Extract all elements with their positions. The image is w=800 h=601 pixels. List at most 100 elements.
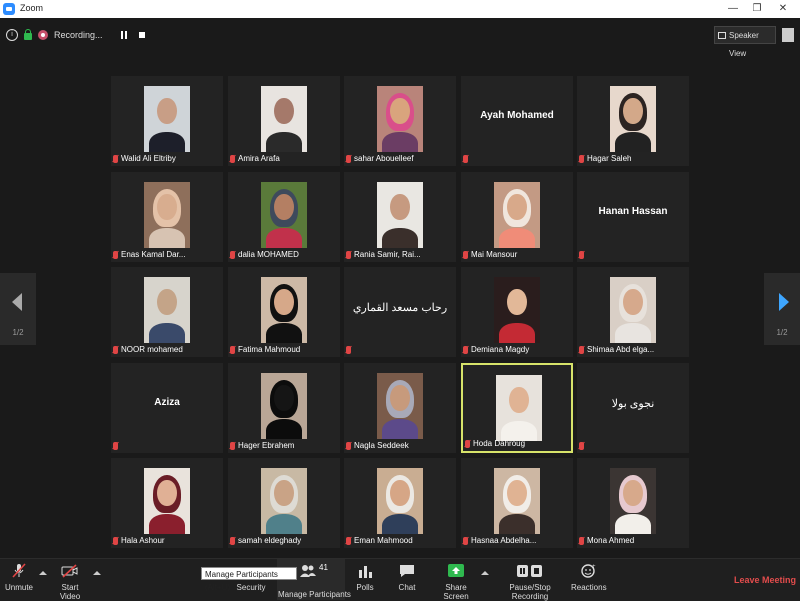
stop-recording-icon[interactable] <box>138 32 145 38</box>
meeting-area: i Recording... Speaker View 1/2 1/2 Wali… <box>0 18 800 558</box>
participant-tile[interactable]: Rania Samir, Rai... <box>344 172 456 262</box>
muted-microphone-icon <box>113 154 118 163</box>
polls-icon <box>356 563 374 579</box>
participant-name: NOOR mohamed <box>121 345 183 354</box>
participant-name: dalia MOHAMED <box>238 250 299 259</box>
participant-tile[interactable]: Fatima Mahmoud <box>228 267 340 357</box>
participant-tile[interactable]: Hager Ebrahem <box>228 363 340 453</box>
maximize-button[interactable]: ❐ <box>746 1 768 17</box>
participant-video <box>261 468 307 534</box>
leave-meeting-button[interactable]: Leave Meeting <box>734 575 796 585</box>
participant-video <box>377 373 423 439</box>
participant-tile[interactable]: Mona Ahmed <box>577 458 689 548</box>
participant-tile[interactable]: Amira Arafa <box>228 76 340 166</box>
muted-microphone-icon <box>463 536 468 545</box>
audio-options-caret[interactable] <box>39 571 47 575</box>
unmute-label: Unmute <box>4 583 33 592</box>
participant-tile[interactable]: Hagar Saleh <box>577 76 689 166</box>
lock-icon[interactable] <box>24 29 32 40</box>
muted-microphone-icon <box>230 250 235 259</box>
participant-name-label: Hoda Dahroug <box>465 438 525 449</box>
share-screen-label: Share Screen <box>443 583 469 601</box>
page-indicator-left: 1/2 <box>12 328 24 337</box>
participant-name-label: Walid Ali Eltriby <box>113 153 176 164</box>
muted-microphone-icon <box>463 154 468 163</box>
fullscreen-icon[interactable] <box>782 28 794 42</box>
start-video-button[interactable]: Start Video <box>52 563 88 601</box>
pause-recording-icon[interactable] <box>120 31 127 39</box>
participant-tile[interactable]: Hasnaa Abdelha... <box>461 458 573 548</box>
participant-tile[interactable]: sahar Abouelleef <box>344 76 456 166</box>
participant-tile[interactable]: نجوى بولا <box>577 363 689 453</box>
participant-tile[interactable]: samah eldeghady <box>228 458 340 548</box>
participant-tile[interactable]: Demiana Magdy <box>461 267 573 357</box>
participant-display-name: Aziza <box>154 397 180 408</box>
video-options-caret[interactable] <box>93 571 101 575</box>
participant-gallery: Walid Ali Eltriby Amira Arafa sahar Abouel… <box>111 76 689 548</box>
unmute-button[interactable]: Unmute <box>4 563 34 592</box>
reactions-button[interactable]: + Reactions <box>571 563 607 592</box>
participant-tile[interactable]: Nagla Seddeek <box>344 363 456 453</box>
reactions-icon: + <box>579 563 597 579</box>
participant-name: Hoda Dahroug <box>473 439 526 448</box>
participant-name: Fatima Mahmoud <box>238 345 301 354</box>
participant-tile[interactable]: Ayah Mohamed <box>461 76 573 166</box>
participant-tile[interactable]: Shimaa Abd elga... <box>577 267 689 357</box>
participant-name: Shimaa Abd elga... <box>587 345 655 354</box>
minimize-button[interactable]: — <box>722 1 744 17</box>
muted-microphone-icon <box>230 441 235 450</box>
participant-tile[interactable]: Eman Mahmood <box>344 458 456 548</box>
participant-tile[interactable]: Enas Kamal Dar... <box>111 172 223 262</box>
muted-microphone-icon <box>463 250 468 259</box>
previous-page-button[interactable]: 1/2 <box>0 273 36 345</box>
participant-tile[interactable]: dalia MOHAMED <box>228 172 340 262</box>
participant-name: samah eldeghady <box>238 536 302 545</box>
share-screen-button[interactable]: Share Screen <box>432 563 480 601</box>
participant-tile[interactable]: Mai Mansour <box>461 172 573 262</box>
participant-name-label: Hala Ashour <box>113 535 165 546</box>
pause-stop-recording-button[interactable]: Pause/Stop Recording <box>494 563 566 601</box>
reactions-label: Reactions <box>571 583 607 592</box>
participant-tile[interactable]: رحاب مسعد القماري <box>344 267 456 357</box>
close-button[interactable]: ✕ <box>772 1 794 17</box>
info-icon[interactable]: i <box>6 29 18 41</box>
participant-tile[interactable]: Walid Ali Eltriby <box>111 76 223 166</box>
participant-video <box>494 468 540 534</box>
window-title: Zoom <box>20 3 44 13</box>
participant-video <box>144 277 190 343</box>
participant-tile[interactable]: Hala Ashour <box>111 458 223 548</box>
participant-name-label: Enas Kamal Dar... <box>113 249 185 260</box>
arrow-right-icon <box>779 293 789 311</box>
chat-button[interactable]: Chat <box>389 563 425 592</box>
participant-name-label: NOOR mohamed <box>113 344 183 355</box>
participant-name: Hasnaa Abdelha... <box>471 536 537 545</box>
participant-name-label <box>579 440 584 451</box>
muted-microphone-icon <box>230 536 235 545</box>
muted-microphone-icon <box>230 345 235 354</box>
participant-tile[interactable]: NOOR mohamed <box>111 267 223 357</box>
participant-video <box>377 468 423 534</box>
chat-icon <box>398 563 416 579</box>
participant-video <box>377 86 423 152</box>
manage-participants-label: Manage Participants <box>278 590 351 599</box>
polls-button[interactable]: Polls <box>346 563 384 592</box>
muted-microphone-icon <box>113 250 118 259</box>
window-titlebar: Zoom — ❐ ✕ <box>0 0 800 18</box>
muted-microphone-icon <box>113 441 118 450</box>
next-page-button[interactable]: 1/2 <box>764 273 800 345</box>
participant-tile[interactable]: Hoda Dahroug <box>461 363 573 453</box>
speaker-view-button[interactable]: Speaker View <box>714 26 776 58</box>
participant-tile[interactable]: Hanan Hassan <box>577 172 689 262</box>
muted-microphone-icon <box>113 536 118 545</box>
share-options-caret[interactable] <box>481 571 489 575</box>
participant-name: Demiana Magdy <box>471 345 530 354</box>
svg-text:+: + <box>592 564 596 570</box>
participant-name-label: dalia MOHAMED <box>230 249 299 260</box>
participants-icon <box>300 564 316 578</box>
participant-name: Eman Mahmood <box>354 536 413 545</box>
participant-name-label <box>113 440 118 451</box>
participant-tile[interactable]: Aziza <box>111 363 223 453</box>
participant-video <box>496 375 542 441</box>
participant-name-label: Nagla Seddeek <box>346 440 409 451</box>
muted-microphone-icon <box>579 441 584 450</box>
